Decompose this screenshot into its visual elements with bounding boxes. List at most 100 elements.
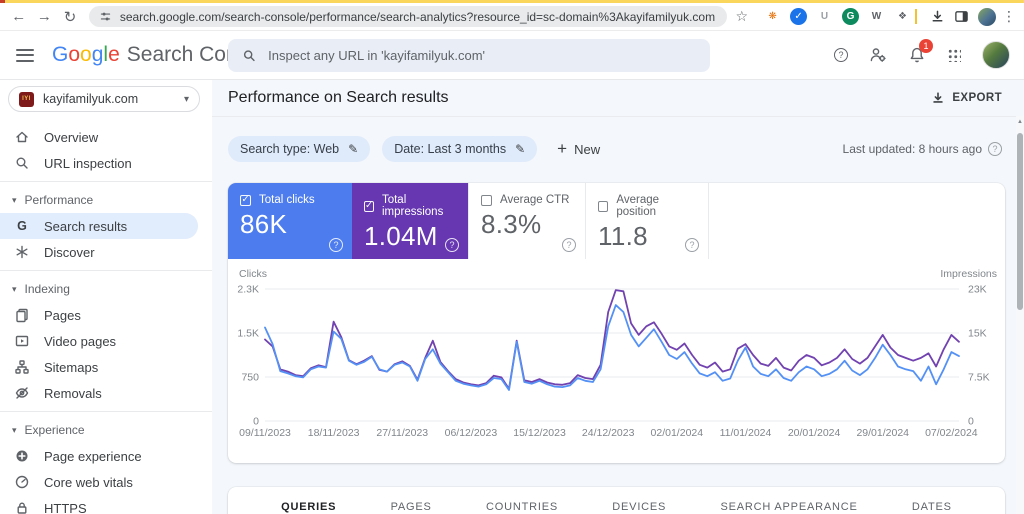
metric-label: Total clicks: [259, 194, 315, 206]
x-tick-label: 15/12/2023: [513, 427, 566, 439]
help-button[interactable]: ?: [834, 48, 848, 62]
reload-button[interactable]: ↻: [57, 8, 83, 26]
metric-checkbox[interactable]: ✓: [364, 200, 374, 212]
help-icon[interactable]: ?: [685, 238, 699, 252]
tab-search-appearance[interactable]: SEARCH APPEARANCE: [721, 501, 858, 513]
right-axis-title: Impressions: [940, 268, 997, 280]
forward-button[interactable]: →: [32, 8, 58, 25]
extension-u-icon[interactable]: U: [816, 8, 833, 25]
extension-w-icon[interactable]: W: [868, 8, 885, 25]
tab-dates[interactable]: DATES: [912, 501, 952, 513]
metric-card-average-position[interactable]: Average position 11.8?: [585, 183, 708, 259]
apps-grid-button[interactable]: [947, 48, 961, 62]
impressions-line: [264, 289, 960, 390]
last-updated: Last updated: 8 hours ago ?: [843, 142, 1002, 156]
page-scrollbar[interactable]: ▲: [1016, 116, 1024, 514]
help-icon[interactable]: ?: [988, 142, 1002, 156]
export-download-icon: [933, 92, 944, 103]
scrollbar-thumb[interactable]: [1017, 133, 1023, 310]
extension-puzzle-icon[interactable]: ❖: [894, 8, 911, 25]
sidebar-item-overview[interactable]: Overview: [0, 124, 212, 150]
browser-menu-button[interactable]: ⋮: [1002, 8, 1016, 25]
x-tick-label: 27/11/2023: [376, 427, 428, 439]
group-label: Performance: [24, 193, 94, 207]
property-selector[interactable]: IYI kayifamilyuk.com ▾: [8, 86, 200, 112]
metric-checkbox[interactable]: [481, 194, 492, 206]
export-button[interactable]: EXPORT: [931, 91, 1002, 105]
back-button[interactable]: ←: [6, 8, 32, 25]
google-logo: Google: [52, 43, 120, 66]
last-updated-text: Last updated: 8 hours ago: [842, 142, 982, 156]
downloads-button[interactable]: [930, 9, 945, 24]
help-icon[interactable]: ?: [562, 238, 576, 252]
url-inspect-search-bar[interactable]: [228, 39, 710, 72]
filter-chip-1[interactable]: Date: Last 3 months ✎: [382, 136, 538, 162]
sidebar-item-url-inspection[interactable]: URL inspection: [0, 150, 212, 176]
notification-badge: 1: [919, 39, 933, 53]
metric-checkbox[interactable]: [598, 200, 609, 212]
sidebar-item-search-results[interactable]: G Search results: [0, 213, 198, 239]
x-tick-label: 18/11/2023: [308, 427, 360, 439]
x-tick-label: 29/01/2024: [856, 427, 909, 439]
tab-countries[interactable]: COUNTRIES: [486, 501, 558, 513]
preferences-button[interactable]: [869, 46, 887, 64]
chip-label: Date: Last 3 months: [394, 142, 507, 156]
help-icon[interactable]: ?: [445, 238, 459, 252]
url-inspect-input[interactable]: [268, 48, 696, 63]
hamburger-menu-icon[interactable]: [16, 45, 34, 65]
notifications-button[interactable]: 1: [908, 39, 933, 64]
chevron-down-icon: ▾: [12, 424, 17, 435]
home-icon: [16, 131, 28, 143]
sidebar-item-label: Pages: [44, 307, 81, 323]
performance-card: ✓ Total clicks 86K? ✓ Total impressions 1.04M…: [228, 183, 1005, 463]
pages-icon: [16, 308, 28, 323]
tab-devices[interactable]: DEVICES: [612, 501, 666, 513]
sidebar-item-https[interactable]: HTTPS: [0, 495, 212, 514]
performance-chart: 2.3K 1.5K 750 0 23K 15K 7.5K 0 Clicks Impressions…: [237, 268, 997, 439]
sidebar-item-label: Page experience: [44, 448, 142, 464]
dimensions-card: QUERIES PAGES COUNTRIES DEVICES SEARCH APPEA…: [228, 487, 1005, 514]
new-filter-button[interactable]: + New: [557, 139, 600, 159]
x-tick-label: 11/01/2024: [720, 427, 772, 439]
sidebar-group-experience[interactable]: ▾ Experience: [0, 417, 212, 443]
sidebar-item-pages[interactable]: Pages: [0, 302, 212, 328]
sidebar-item-video-pages[interactable]: Video pages: [0, 328, 212, 354]
url-bar[interactable]: search.google.com/search-console/perform…: [88, 6, 728, 27]
bookmark-star-icon[interactable]: ☆: [735, 8, 748, 25]
sidebar-item-page-experience[interactable]: Page experience: [0, 443, 212, 469]
sidebar-item-sitemaps[interactable]: Sitemaps: [0, 354, 212, 380]
tab-pages[interactable]: PAGES: [391, 501, 432, 513]
page-exp-icon: [16, 450, 28, 462]
metric-card-total-impressions[interactable]: ✓ Total impressions 1.04M?: [352, 183, 468, 259]
metrics-filler: [708, 183, 1005, 259]
sidebar-item-label: Search results: [44, 218, 128, 234]
metric-card-total-clicks[interactable]: ✓ Total clicks 86K?: [228, 183, 352, 259]
help-icon[interactable]: ?: [329, 238, 343, 252]
extension-grammarly-icon[interactable]: G: [842, 8, 860, 25]
sidebar-item-removals[interactable]: Removals: [0, 380, 212, 406]
sidebar-nav: Overview URL inspection ▾ Performance G Searc…: [0, 124, 212, 514]
metric-checkbox[interactable]: ✓: [240, 194, 251, 206]
account-avatar[interactable]: [982, 41, 1010, 69]
extension-starburst-icon[interactable]: ❋: [764, 8, 781, 25]
sidebar-item-label: Video pages: [44, 333, 117, 349]
metric-value: 1.04M: [364, 221, 438, 251]
metric-label: Total impressions: [381, 194, 444, 218]
sidebar-group-indexing[interactable]: ▾ Indexing: [0, 276, 212, 302]
x-tick-label: 07/02/2024: [925, 427, 978, 439]
metric-card-average-ctr[interactable]: Average CTR 8.3%?: [468, 183, 585, 259]
side-panel-button[interactable]: [954, 9, 969, 24]
tab-queries[interactable]: QUERIES: [281, 501, 336, 513]
extension-check-icon[interactable]: ✓: [790, 8, 808, 25]
site-settings-icon[interactable]: [99, 10, 112, 23]
filter-chip-0[interactable]: Search type: Web ✎: [228, 136, 371, 162]
sidebar-group-performance[interactable]: ▾ Performance: [0, 187, 212, 213]
scrollbar-up-arrow[interactable]: ▲: [1016, 119, 1024, 125]
browser-profile-avatar[interactable]: [977, 7, 996, 26]
right-tick-label: 23K: [968, 284, 987, 296]
sidebar-item-discover[interactable]: Discover: [0, 239, 212, 265]
sidebar-divider: [0, 181, 212, 182]
sidebar-item-core-web-vitals[interactable]: Core web vitals: [0, 469, 212, 495]
chip-label: Search type: Web: [240, 142, 340, 156]
video-icon: [15, 335, 29, 347]
